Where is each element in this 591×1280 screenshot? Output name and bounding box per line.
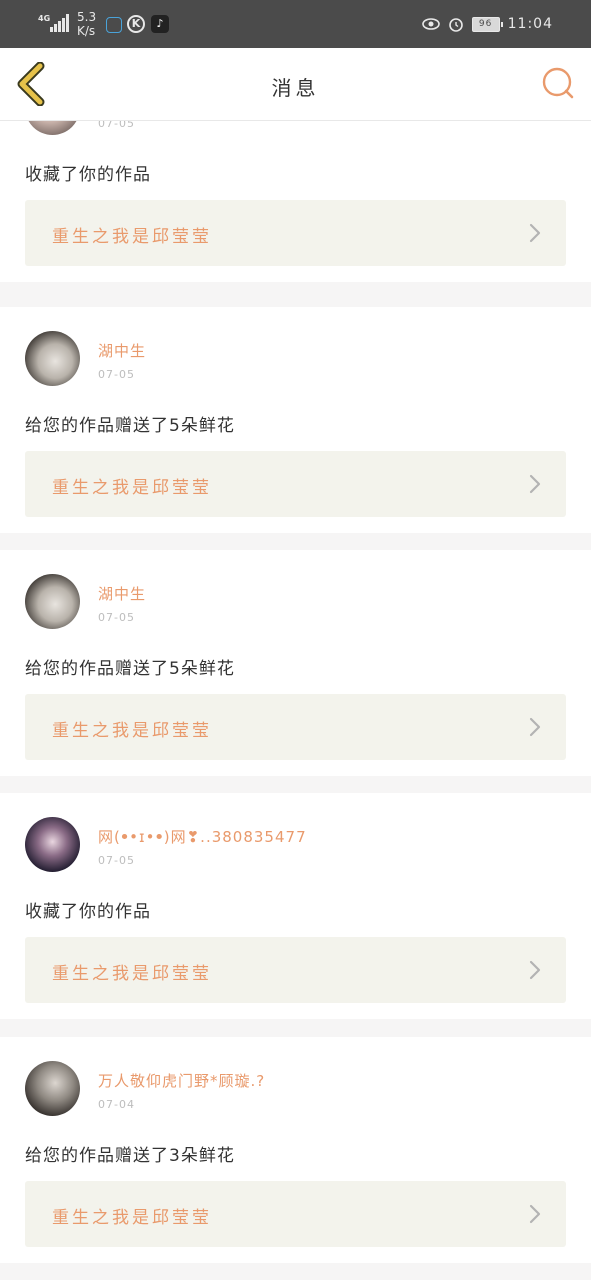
- chevron-right-icon: [529, 474, 541, 494]
- avatar[interactable]: [25, 574, 80, 629]
- message-card: 万人敬仰虎门野*顾璇.? 07-04 给您的作品赠送了3朵鲜花 重生之我是邱莹莹: [0, 1037, 591, 1263]
- username[interactable]: 网(ꔷ•ɪ•ꔷ)网❣..380835477: [98, 826, 307, 847]
- tiktok-icon: ♪: [151, 15, 169, 33]
- chevron-right-icon: [529, 223, 541, 243]
- chevron-right-icon: [529, 1204, 541, 1224]
- message-text: 收藏了你的作品: [25, 902, 151, 922]
- chevron-right-icon: [529, 960, 541, 980]
- message-text: 给您的作品赠送了5朵鲜花: [25, 659, 235, 679]
- clock: 11:04: [507, 16, 553, 32]
- work-title: 重生之我是邱莹莹: [52, 227, 212, 247]
- search-icon: [542, 67, 574, 99]
- message-list[interactable]: 07-05 收藏了你的作品 重生之我是邱莹莹 湖中生 07-05 给您的作品赠送…: [0, 121, 591, 1280]
- message-date: 07-05: [98, 121, 135, 130]
- search-button[interactable]: [541, 66, 577, 102]
- message-card: 网(ꔷ•ɪ•ꔷ)网❣..380835477 07-05 收藏了你的作品 重生之我…: [0, 793, 591, 1019]
- eye-icon: [421, 18, 440, 30]
- status-right: 96 11:04: [421, 14, 553, 34]
- username[interactable]: 万人敬仰虎门野*顾璇.?: [98, 1070, 265, 1091]
- work-title: 重生之我是邱莹莹: [52, 1208, 212, 1228]
- avatar[interactable]: [25, 1061, 80, 1116]
- work-link[interactable]: 重生之我是邱莹莹: [25, 451, 566, 517]
- work-title: 重生之我是邱莹莹: [52, 964, 212, 984]
- page-title: 消息: [271, 76, 320, 100]
- network-speed: 5.3 K/s: [77, 10, 97, 38]
- work-title: 重生之我是邱莹莹: [52, 478, 212, 498]
- work-link[interactable]: 重生之我是邱莹莹: [25, 694, 566, 760]
- signal-icon: [50, 14, 69, 32]
- message-date: 07-05: [98, 611, 135, 624]
- work-link[interactable]: 重生之我是邱莹莹: [25, 200, 566, 266]
- message-card: 湖中生 07-05 给您的作品赠送了5朵鲜花 重生之我是邱莹莹: [0, 307, 591, 533]
- k-app-icon: K: [127, 15, 145, 33]
- message-date: 07-04: [98, 1098, 135, 1111]
- app-header: 消息: [0, 48, 591, 121]
- status-bar: 4G 5.3 K/s K ♪ 96 11:04: [0, 0, 591, 48]
- message-date: 07-05: [98, 854, 135, 867]
- chevron-right-icon: [529, 717, 541, 737]
- message-text: 给您的作品赠送了3朵鲜花: [25, 1146, 235, 1166]
- avatar[interactable]: [25, 121, 80, 135]
- network-type: 4G: [38, 14, 51, 23]
- work-link[interactable]: 重生之我是邱莹莹: [25, 1181, 566, 1247]
- battery-icon: 96: [471, 16, 503, 32]
- alarm-icon: [448, 18, 463, 32]
- username[interactable]: 湖中生: [98, 583, 146, 604]
- message-date: 07-05: [98, 368, 135, 381]
- message-text: 给您的作品赠送了5朵鲜花: [25, 416, 235, 436]
- username[interactable]: 湖中生: [98, 340, 146, 361]
- vpn-icon: [106, 17, 122, 33]
- work-link[interactable]: 重生之我是邱莹莹: [25, 937, 566, 1003]
- message-text: 收藏了你的作品: [25, 165, 151, 185]
- avatar[interactable]: [25, 331, 80, 386]
- message-card: 07-05 收藏了你的作品 重生之我是邱莹莹: [0, 121, 591, 282]
- message-card: 湖中生 07-05 给您的作品赠送了5朵鲜花 重生之我是邱莹莹: [0, 550, 591, 776]
- work-title: 重生之我是邱莹莹: [52, 721, 212, 741]
- avatar[interactable]: [25, 817, 80, 872]
